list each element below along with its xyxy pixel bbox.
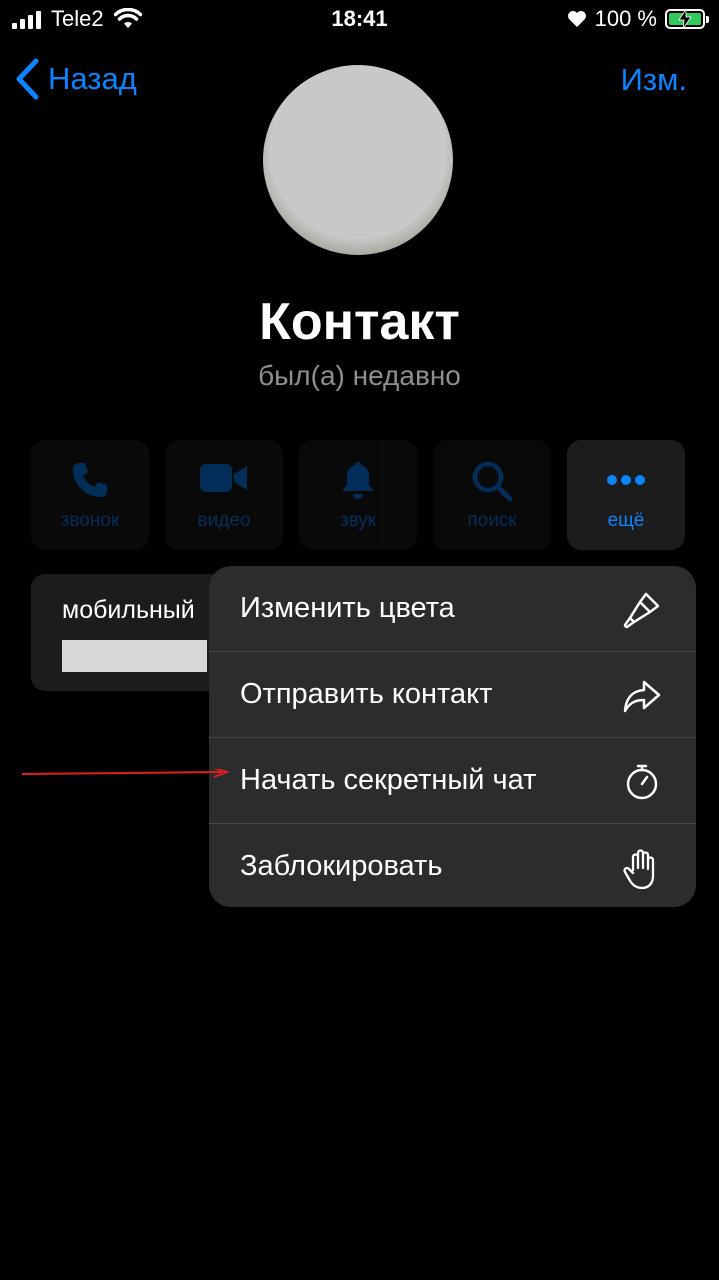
mute-label: звук [339,510,377,531]
video-button[interactable]: видео [165,440,283,550]
heart-icon [567,11,586,27]
contact-name: Контакт [259,293,460,351]
brush-icon [623,592,660,629]
status-right: 100 % [567,6,709,32]
annotation-arrow-icon [22,769,231,778]
menu-item-label: Изменить цвета [240,592,455,624]
call-button[interactable]: звонок [31,440,149,550]
mute-button[interactable]: звук [299,440,417,550]
context-menu: Изменить цвета Отправить контакт Начать … [209,566,696,907]
edit-button[interactable]: Изм. [621,62,687,98]
more-button[interactable]: ещё [567,440,685,550]
chevron-left-icon [16,58,39,100]
more-label: ещё [607,510,645,531]
menu-item-change-colors[interactable]: Изменить цвета [209,566,696,652]
bell-icon [342,462,374,499]
battery-icon [665,9,709,29]
search-icon [472,461,513,502]
video-label: видео [197,510,251,531]
avatar[interactable] [263,65,453,255]
action-buttons: звонок видео звук поиск ещё [31,440,685,550]
battery-percent: 100 % [594,6,657,31]
status-bar: Tele2 18:41 100 % [0,0,719,40]
back-label: Назад [48,61,137,96]
search-label: поиск [467,510,517,531]
phone-type-label: мобильный [62,596,195,624]
phone-icon [73,463,107,497]
more-icon [607,475,645,485]
last-seen-status: был(а) недавно [258,360,461,391]
menu-item-label: Начать секретный чат [240,764,537,796]
search-button[interactable]: поиск [433,440,551,550]
menu-item-block[interactable]: Заблокировать [209,824,696,907]
menu-item-share-contact[interactable]: Отправить контакт [209,652,696,738]
video-icon [200,464,247,492]
call-label: звонок [60,510,120,531]
phone-number-redacted[interactable] [62,640,207,672]
menu-item-label: Заблокировать [240,850,443,882]
hand-icon [623,849,655,890]
menu-item-secret-chat[interactable]: Начать секретный чат [209,738,696,824]
menu-item-label: Отправить контакт [240,678,493,710]
timer-icon [626,764,658,800]
back-button[interactable]: Назад [14,58,137,100]
share-icon [623,680,661,713]
